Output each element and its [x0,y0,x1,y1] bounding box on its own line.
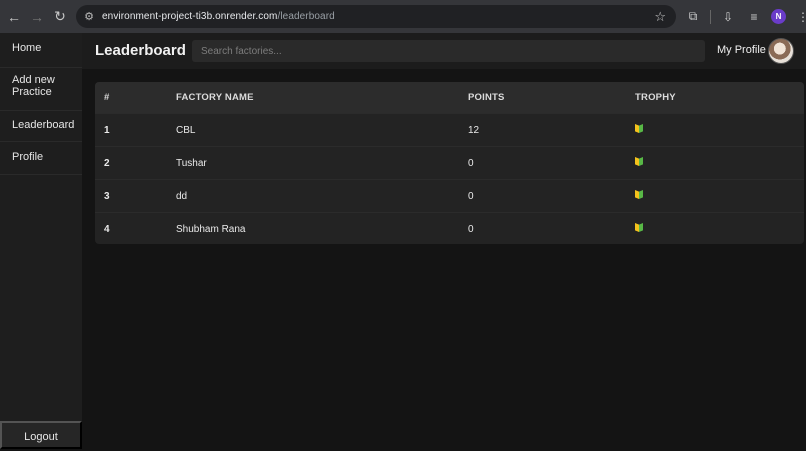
table-row: 2 Tushar 0 [95,146,804,179]
rank-cell: 3 [104,190,110,202]
column-header-factory-name: FACTORY NAME [176,92,254,103]
rank-cell: 4 [104,223,110,235]
trophy-cell [635,157,804,169]
trophy-cell [635,223,804,235]
site-info-icon[interactable]: ⚙ [82,10,96,24]
points-cell: 0 [468,223,474,235]
url-host: environment-project-ti3b.onrender.com [102,11,278,22]
beginner-badge-icon [635,124,643,133]
factory-name-cell: Tushar [176,157,207,169]
bookmark-star-icon[interactable]: ☆ [654,9,666,25]
beginner-badge-icon [635,157,643,166]
sidebar-item-leaderboard[interactable]: Leaderboard [0,111,82,142]
factory-name-cell: CBL [176,124,196,136]
search-input[interactable] [192,40,705,62]
app-header: Leaderboard My Profile [82,33,806,69]
sidebar-item-profile[interactable]: Profile [0,142,82,175]
url-path: /leaderboard [277,11,335,22]
forward-icon[interactable]: → [26,6,48,28]
sidebar-item-add-practice[interactable]: Add new Practice [0,68,82,111]
table-row: 4 Shubham Rana 0 [95,212,804,244]
media-queue-icon[interactable]: ≡ [745,8,763,26]
download-icon[interactable]: ⇩ [719,8,737,26]
toolbar-actions: ⧉ ⇩ ≡ N ⋮ [684,5,806,28]
address-bar[interactable]: ⚙ environment-project-ti3b.onrender.com/… [76,5,676,28]
trophy-cell [635,124,804,136]
beginner-badge-icon [635,223,643,232]
column-header-trophy: TROPHY [635,92,676,103]
rank-cell: 2 [104,157,110,169]
beginner-badge-icon [635,190,643,199]
reload-icon[interactable]: ↻ [49,6,71,28]
factory-name-cell: dd [176,190,188,202]
column-header-points: POINTS [468,92,505,103]
menu-icon[interactable]: ⋮ [794,8,806,26]
table-row: 3 dd 0 [95,179,804,212]
column-header-rank: # [104,92,110,103]
avatar[interactable] [768,38,794,64]
url-text[interactable]: environment-project-ti3b.onrender.com/le… [102,11,335,22]
browser-toolbar: ← → ↻ ⚙ environment-project-ti3b.onrende… [0,0,806,33]
sidebar: Home Add new Practice Leaderboard Profil… [0,33,82,449]
points-cell: 0 [468,190,474,202]
logout-button[interactable]: Logout [0,421,82,449]
my-profile-link[interactable]: My Profile [717,44,766,56]
sidebar-item-home[interactable]: Home [0,33,82,68]
trophy-cell [635,190,804,202]
back-icon[interactable]: ← [3,6,25,28]
table-row: 1 CBL 12 [95,113,804,146]
table-header: # FACTORY NAME POINTS TROPHY [95,82,804,113]
factory-name-cell: Shubham Rana [176,223,246,235]
rank-cell: 1 [104,124,110,136]
leaderboard-table: # FACTORY NAME POINTS TROPHY 1 CBL 12 2 … [95,82,804,244]
points-cell: 0 [468,157,474,169]
extensions-icon[interactable]: ⧉ [684,8,702,26]
browser-profile-avatar[interactable]: N [771,9,786,24]
toolbar-separator [710,9,711,24]
page-title: Leaderboard [95,42,186,59]
points-cell: 12 [468,124,480,136]
